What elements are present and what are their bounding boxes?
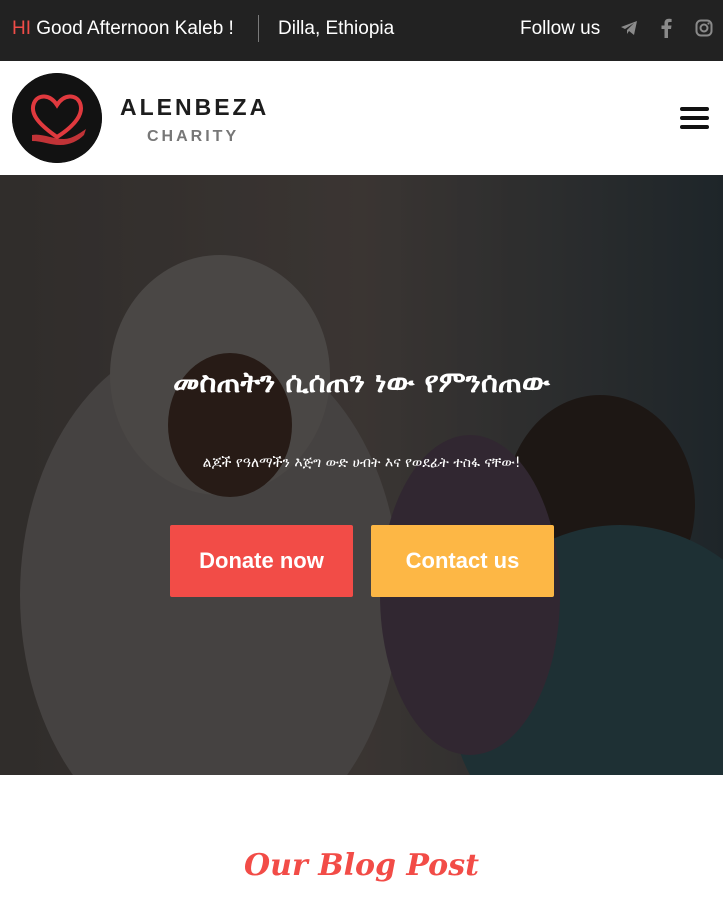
- hero-subtitle: ልጆች የዓለማችን እጅግ ውድ ሀብት እና የወደፊት ተስፋ ናቸው!: [202, 455, 521, 471]
- contact-us-button[interactable]: Contact us: [371, 525, 554, 597]
- blog-section-title: Our Blog Post: [244, 848, 479, 883]
- greeting-hi: HI: [12, 18, 31, 39]
- hero-background-image: [0, 175, 723, 775]
- telegram-icon[interactable]: [619, 18, 639, 38]
- hero-title: መስጠትን ሲሰጠን ነው የምንሰጠው: [173, 365, 550, 399]
- greeting-text: Good Afternoon Kaleb !: [36, 18, 234, 39]
- topbar-divider: [258, 15, 259, 42]
- charity-logo[interactable]: [12, 73, 102, 163]
- greeting: HI Good Afternoon Kaleb !: [12, 17, 234, 41]
- top-bar: HI Good Afternoon Kaleb ! Dilla, Ethiopi…: [0, 0, 723, 61]
- menu-bar: [680, 125, 709, 129]
- hero-banner: መስጠትን ሲሰጠን ነው የምንሰጠው ልጆች የዓለማችን እጅግ ውድ ሀ…: [0, 175, 723, 775]
- follow-us-label: Follow us: [520, 18, 601, 39]
- site-header: ALENBEZA CHARITY: [0, 61, 723, 175]
- instagram-icon[interactable]: [694, 18, 714, 38]
- location-text: Dilla, Ethiopia: [278, 18, 395, 39]
- facebook-icon[interactable]: [656, 18, 676, 38]
- menu-bar: [680, 107, 709, 111]
- donate-now-button[interactable]: Donate now: [170, 525, 353, 597]
- brand-subtitle: CHARITY: [147, 128, 240, 145]
- hamburger-menu-icon[interactable]: [680, 107, 709, 129]
- menu-bar: [680, 116, 709, 120]
- brand-name: ALENBEZA: [120, 94, 270, 120]
